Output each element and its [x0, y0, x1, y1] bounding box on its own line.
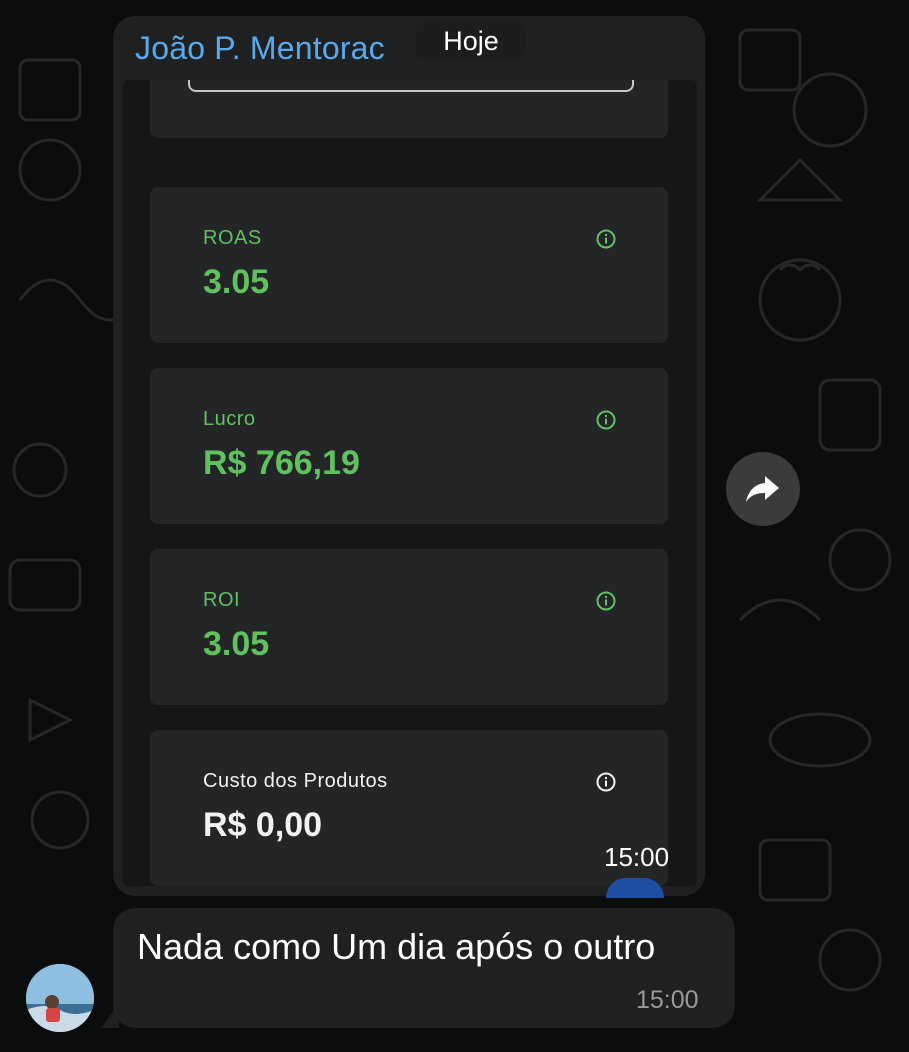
message-time: 15:00 — [604, 842, 670, 872]
message-time: 15:00 — [636, 986, 699, 1014]
info-circle-icon[interactable] — [596, 229, 616, 249]
forward-button[interactable] — [726, 452, 800, 526]
metric-value: R$ 766,19 — [203, 444, 360, 482]
message-text: Nada como Um dia após o outro — [137, 926, 656, 967]
info-circle-icon[interactable] — [596, 591, 616, 611]
screenshot-blue-element — [606, 878, 664, 898]
date-label: Hoje — [416, 20, 526, 62]
info-circle-icon[interactable] — [596, 410, 616, 430]
metric-value: 3.05 — [203, 625, 270, 663]
metric-value: R$ 0,00 — [203, 806, 323, 844]
forward-arrow-icon — [746, 476, 779, 502]
metric-card-custo-produtos: Custo dos Produtos R$ 0,00 — [150, 730, 668, 886]
metric-label: ROAS — [203, 227, 262, 249]
metric-label: Lucro — [203, 408, 256, 430]
metric-value: 3.05 — [203, 263, 270, 301]
input-field-remnant — [188, 80, 634, 92]
info-circle-icon[interactable] — [596, 772, 616, 792]
metric-label: ROI — [203, 589, 241, 611]
metric-label: Custo dos Produtos — [203, 770, 388, 792]
metric-card-roas: ROAS 3.05 — [150, 187, 668, 343]
sender-name[interactable]: João P. Mentorac — [135, 30, 385, 67]
avatar[interactable] — [26, 964, 94, 1032]
metric-card-lucro: Lucro R$ 766,19 — [150, 368, 668, 524]
shared-screenshot[interactable]: ROAS 3.05 Lucro R$ 766,19 ROI 3.05 Custo… — [123, 80, 697, 886]
metric-card-roi: ROI 3.05 — [150, 549, 668, 705]
